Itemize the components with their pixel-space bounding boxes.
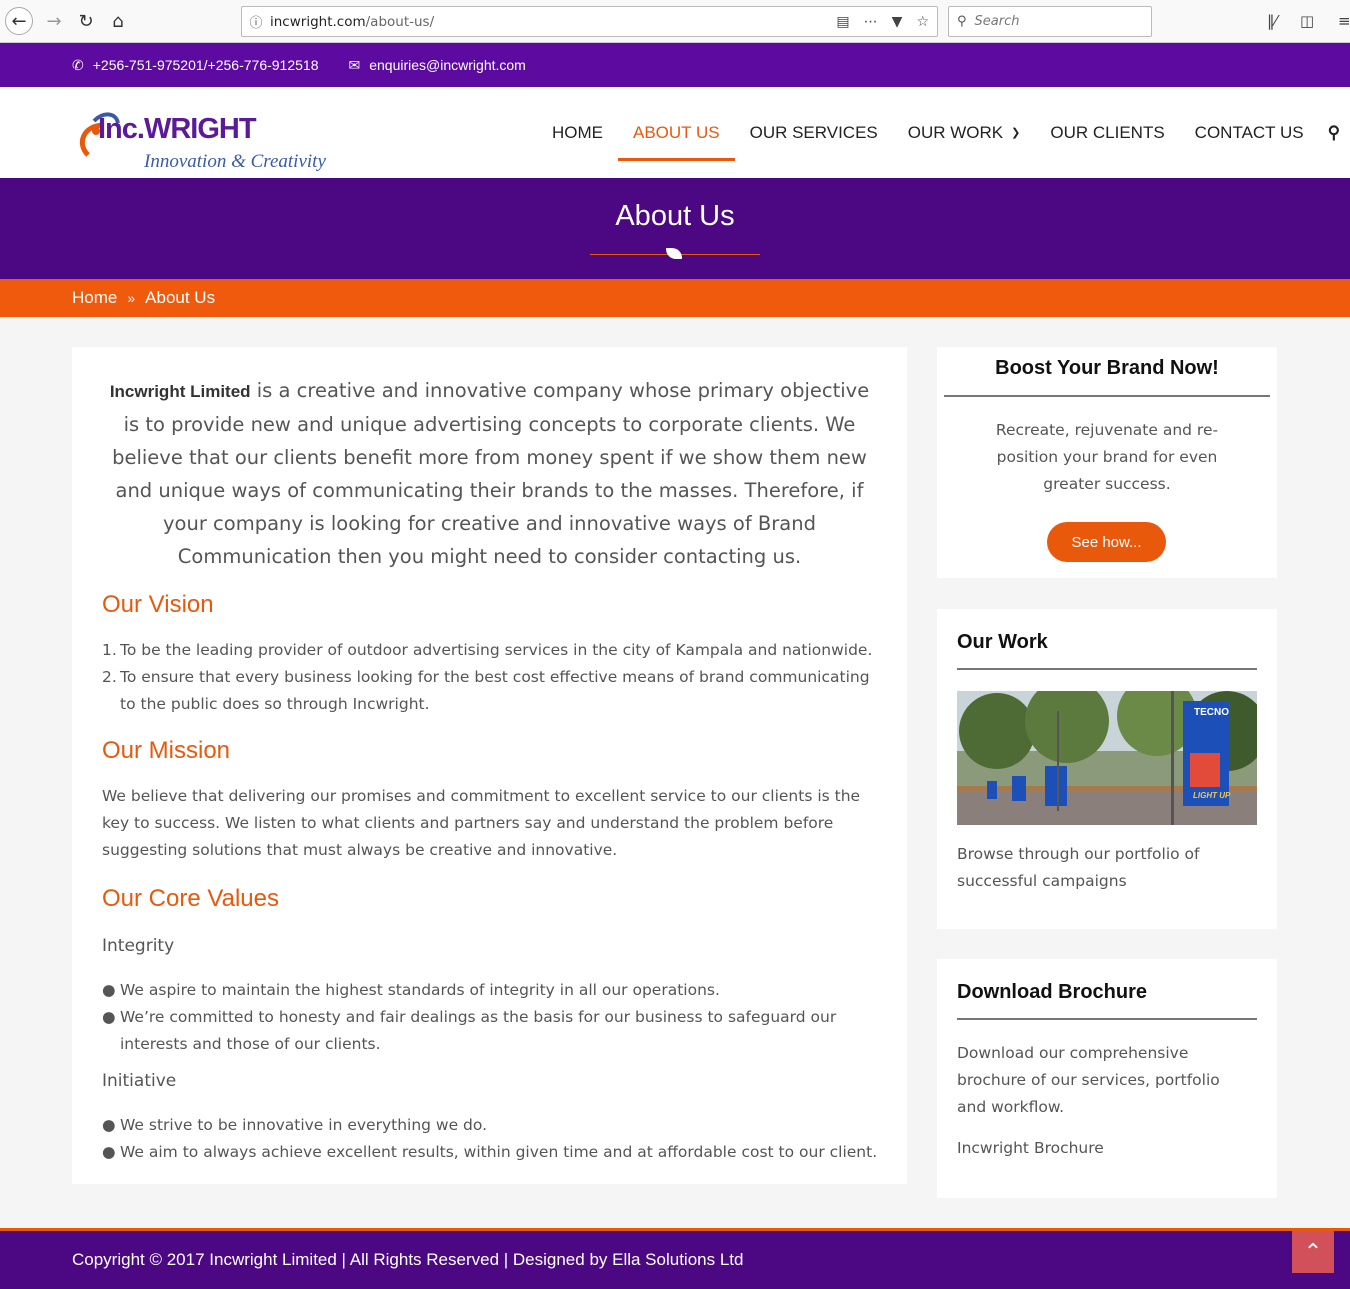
company-name: Incwright Limited: [109, 382, 251, 401]
integrity-item-text: We’re committed to honesty and fair deal…: [120, 1008, 837, 1053]
forward-arrow-icon[interactable]: →: [40, 7, 68, 35]
list-item: ● We strive to be innovative in everythin…: [102, 1116, 488, 1134]
double-chevron-icon: »: [127, 290, 136, 306]
sidebar-toggle-icon[interactable]: ◫: [1300, 12, 1314, 30]
logo-tagline: Innovation & Creativity: [144, 151, 326, 172]
browser-search-input[interactable]: ⚲ Search: [948, 6, 1152, 37]
boost-brand-title: Boost Your Brand Now!: [995, 357, 1219, 379]
reload-icon[interactable]: ↻: [72, 7, 100, 35]
initiative-heading: Initiative: [102, 1071, 177, 1091]
billboard-brand-text: TECNO: [1194, 707, 1229, 718]
pocket-icon[interactable]: ▼: [892, 14, 903, 30]
integrity-list: ● We aspire to maintain the highest stand…: [102, 977, 887, 1058]
browser-toolbar: ← → ↻ ⌂ ⓘ incwright.com/about-us/ ▤ ⋯ ▼ …: [0, 0, 1350, 43]
integrity-heading: Integrity: [102, 936, 175, 956]
contact-bar: ✆ +256-751-975201/+256-776-912518 ✉ enqu…: [0, 43, 1350, 87]
reader-view-icon[interactable]: ▤: [836, 14, 849, 30]
search-placeholder: Search: [974, 14, 1020, 29]
scroll-to-top-button[interactable]: ⌃: [1292, 1231, 1334, 1273]
leaf-icon: [666, 248, 682, 259]
page-title: About Us: [615, 200, 735, 232]
email-contact[interactable]: ✉ enquiries@incwright.com: [349, 57, 526, 74]
home-icon[interactable]: ⌂: [104, 7, 132, 35]
chevron-down-icon: ❯: [1011, 127, 1021, 139]
logo-brand-text: Inc.WRIGHT: [98, 113, 257, 145]
breadcrumb-current: About Us: [145, 288, 216, 307]
brochure-text: Download our comprehensive brochure of o…: [957, 1044, 1220, 1116]
url-host: incwright.com: [270, 13, 366, 30]
bookmark-star-icon[interactable]: ☆: [916, 14, 929, 30]
envelope-icon: ✉: [348, 56, 361, 73]
back-arrow-icon[interactable]: ←: [5, 7, 33, 35]
vision-item-text: To be the leading provider of outdoor ad…: [120, 641, 873, 659]
menu-item-about[interactable]: ABOUT US: [618, 87, 735, 178]
site-header: Inc.WRIGHT Innovation & Creativity HOME …: [0, 87, 1350, 178]
vision-item-text: To ensure that every business looking fo…: [120, 668, 870, 713]
brochure-widget: Download Brochure Download our comprehen…: [937, 959, 1277, 1198]
billboard-slogan-text: LIGHT UP: [1193, 791, 1231, 800]
see-how-button[interactable]: See how...: [1047, 522, 1166, 562]
integrity-item-text: We aspire to maintain the highest standa…: [120, 981, 720, 999]
page-banner: About Us: [0, 178, 1350, 279]
url-path: /about-us/: [365, 13, 435, 30]
url-text: incwright.com/about-us/: [270, 14, 836, 30]
main-menu: HOME ABOUT US OUR SERVICES OUR WORK ❯ OUR…: [552, 87, 1340, 178]
main-content: Incwright Limited is a creative and inno…: [72, 347, 907, 1184]
menu-item-contact[interactable]: CONTACT US: [1195, 87, 1304, 178]
our-work-widget: Our Work TECNO LIGHT UP Browse through o…: [937, 609, 1277, 929]
search-icon[interactable]: ⚲: [1328, 123, 1340, 143]
page-actions-icon[interactable]: ⋯: [864, 14, 878, 30]
breadcrumb: Home » About Us: [0, 279, 1350, 317]
list-item: ● We’re committed to honesty and fair dea…: [102, 1008, 837, 1053]
core-values-heading: Our Core Values: [102, 885, 279, 912]
brochure-title: Download Brochure: [957, 981, 1148, 1003]
site-logo[interactable]: Inc.WRIGHT Innovation & Creativity: [74, 97, 344, 177]
site-footer: Copyright © 2017 Incwright Limited | All…: [0, 1228, 1350, 1289]
address-bar[interactable]: ⓘ incwright.com/about-us/ ▤ ⋯ ▼ ☆: [241, 6, 938, 37]
hamburger-menu-icon[interactable]: ≡: [1338, 12, 1350, 30]
list-item: 1. To be the leading provider of outdoor …: [102, 641, 873, 659]
list-item: ● We aim to always achieve excellent resu…: [102, 1143, 878, 1161]
initiative-list: ● We strive to be innovative in everythin…: [102, 1112, 887, 1166]
library-icon[interactable]: ‖⁄: [1267, 12, 1277, 30]
our-work-text: Browse through our portfolio of successf…: [957, 845, 1200, 890]
phone-number: +256-751-975201/+256-776-912518: [92, 57, 319, 73]
boost-brand-text: Recreate, rejuvenate and re-position you…: [995, 421, 1219, 493]
intro-paragraph: Incwright Limited is a creative and inno…: [102, 374, 877, 573]
vision-heading: Our Vision: [102, 591, 214, 618]
initiative-item-text: We aim to always achieve excellent resul…: [120, 1143, 878, 1161]
initiative-item-text: We strive to be innovative in everything…: [120, 1116, 488, 1134]
mission-paragraph: We believe that delivering our promises …: [102, 787, 861, 859]
menu-item-work-label: OUR WORK: [907, 122, 1004, 142]
menu-item-home[interactable]: HOME: [552, 87, 603, 178]
intro-text: is a creative and innovative company who…: [112, 379, 870, 568]
mission-heading: Our Mission: [102, 737, 231, 764]
breadcrumb-home[interactable]: Home: [72, 288, 117, 308]
phone-contact[interactable]: ✆ +256-751-975201/+256-776-912518: [72, 57, 319, 74]
search-icon: ⚲: [957, 14, 967, 29]
phone-icon: ✆: [72, 56, 84, 73]
copyright-text: Copyright © 2017 Incwright Limited | All…: [72, 1250, 744, 1269]
site-info-icon[interactable]: ⓘ: [242, 12, 270, 31]
menu-item-services[interactable]: OUR SERVICES: [750, 87, 878, 178]
list-item: ● We aspire to maintain the highest stand…: [102, 981, 720, 999]
boost-brand-widget: Boost Your Brand Now! Recreate, rejuvena…: [937, 347, 1277, 578]
menu-item-work[interactable]: OUR WORK ❯: [908, 87, 1021, 178]
vision-list: 1. To be the leading provider of outdoor …: [102, 637, 887, 718]
list-item: 2. To ensure that every business looking …: [102, 668, 870, 713]
email-address: enquiries@incwright.com: [369, 57, 526, 73]
widget-divider: [957, 668, 1257, 670]
our-work-title: Our Work: [957, 631, 1048, 653]
portfolio-image[interactable]: TECNO LIGHT UP: [957, 691, 1257, 825]
brochure-download-link[interactable]: Incwright Brochure: [937, 1121, 1277, 1162]
menu-item-clients[interactable]: OUR CLIENTS: [1050, 87, 1164, 178]
chevron-up-icon: ⌃: [1303, 1239, 1323, 1265]
